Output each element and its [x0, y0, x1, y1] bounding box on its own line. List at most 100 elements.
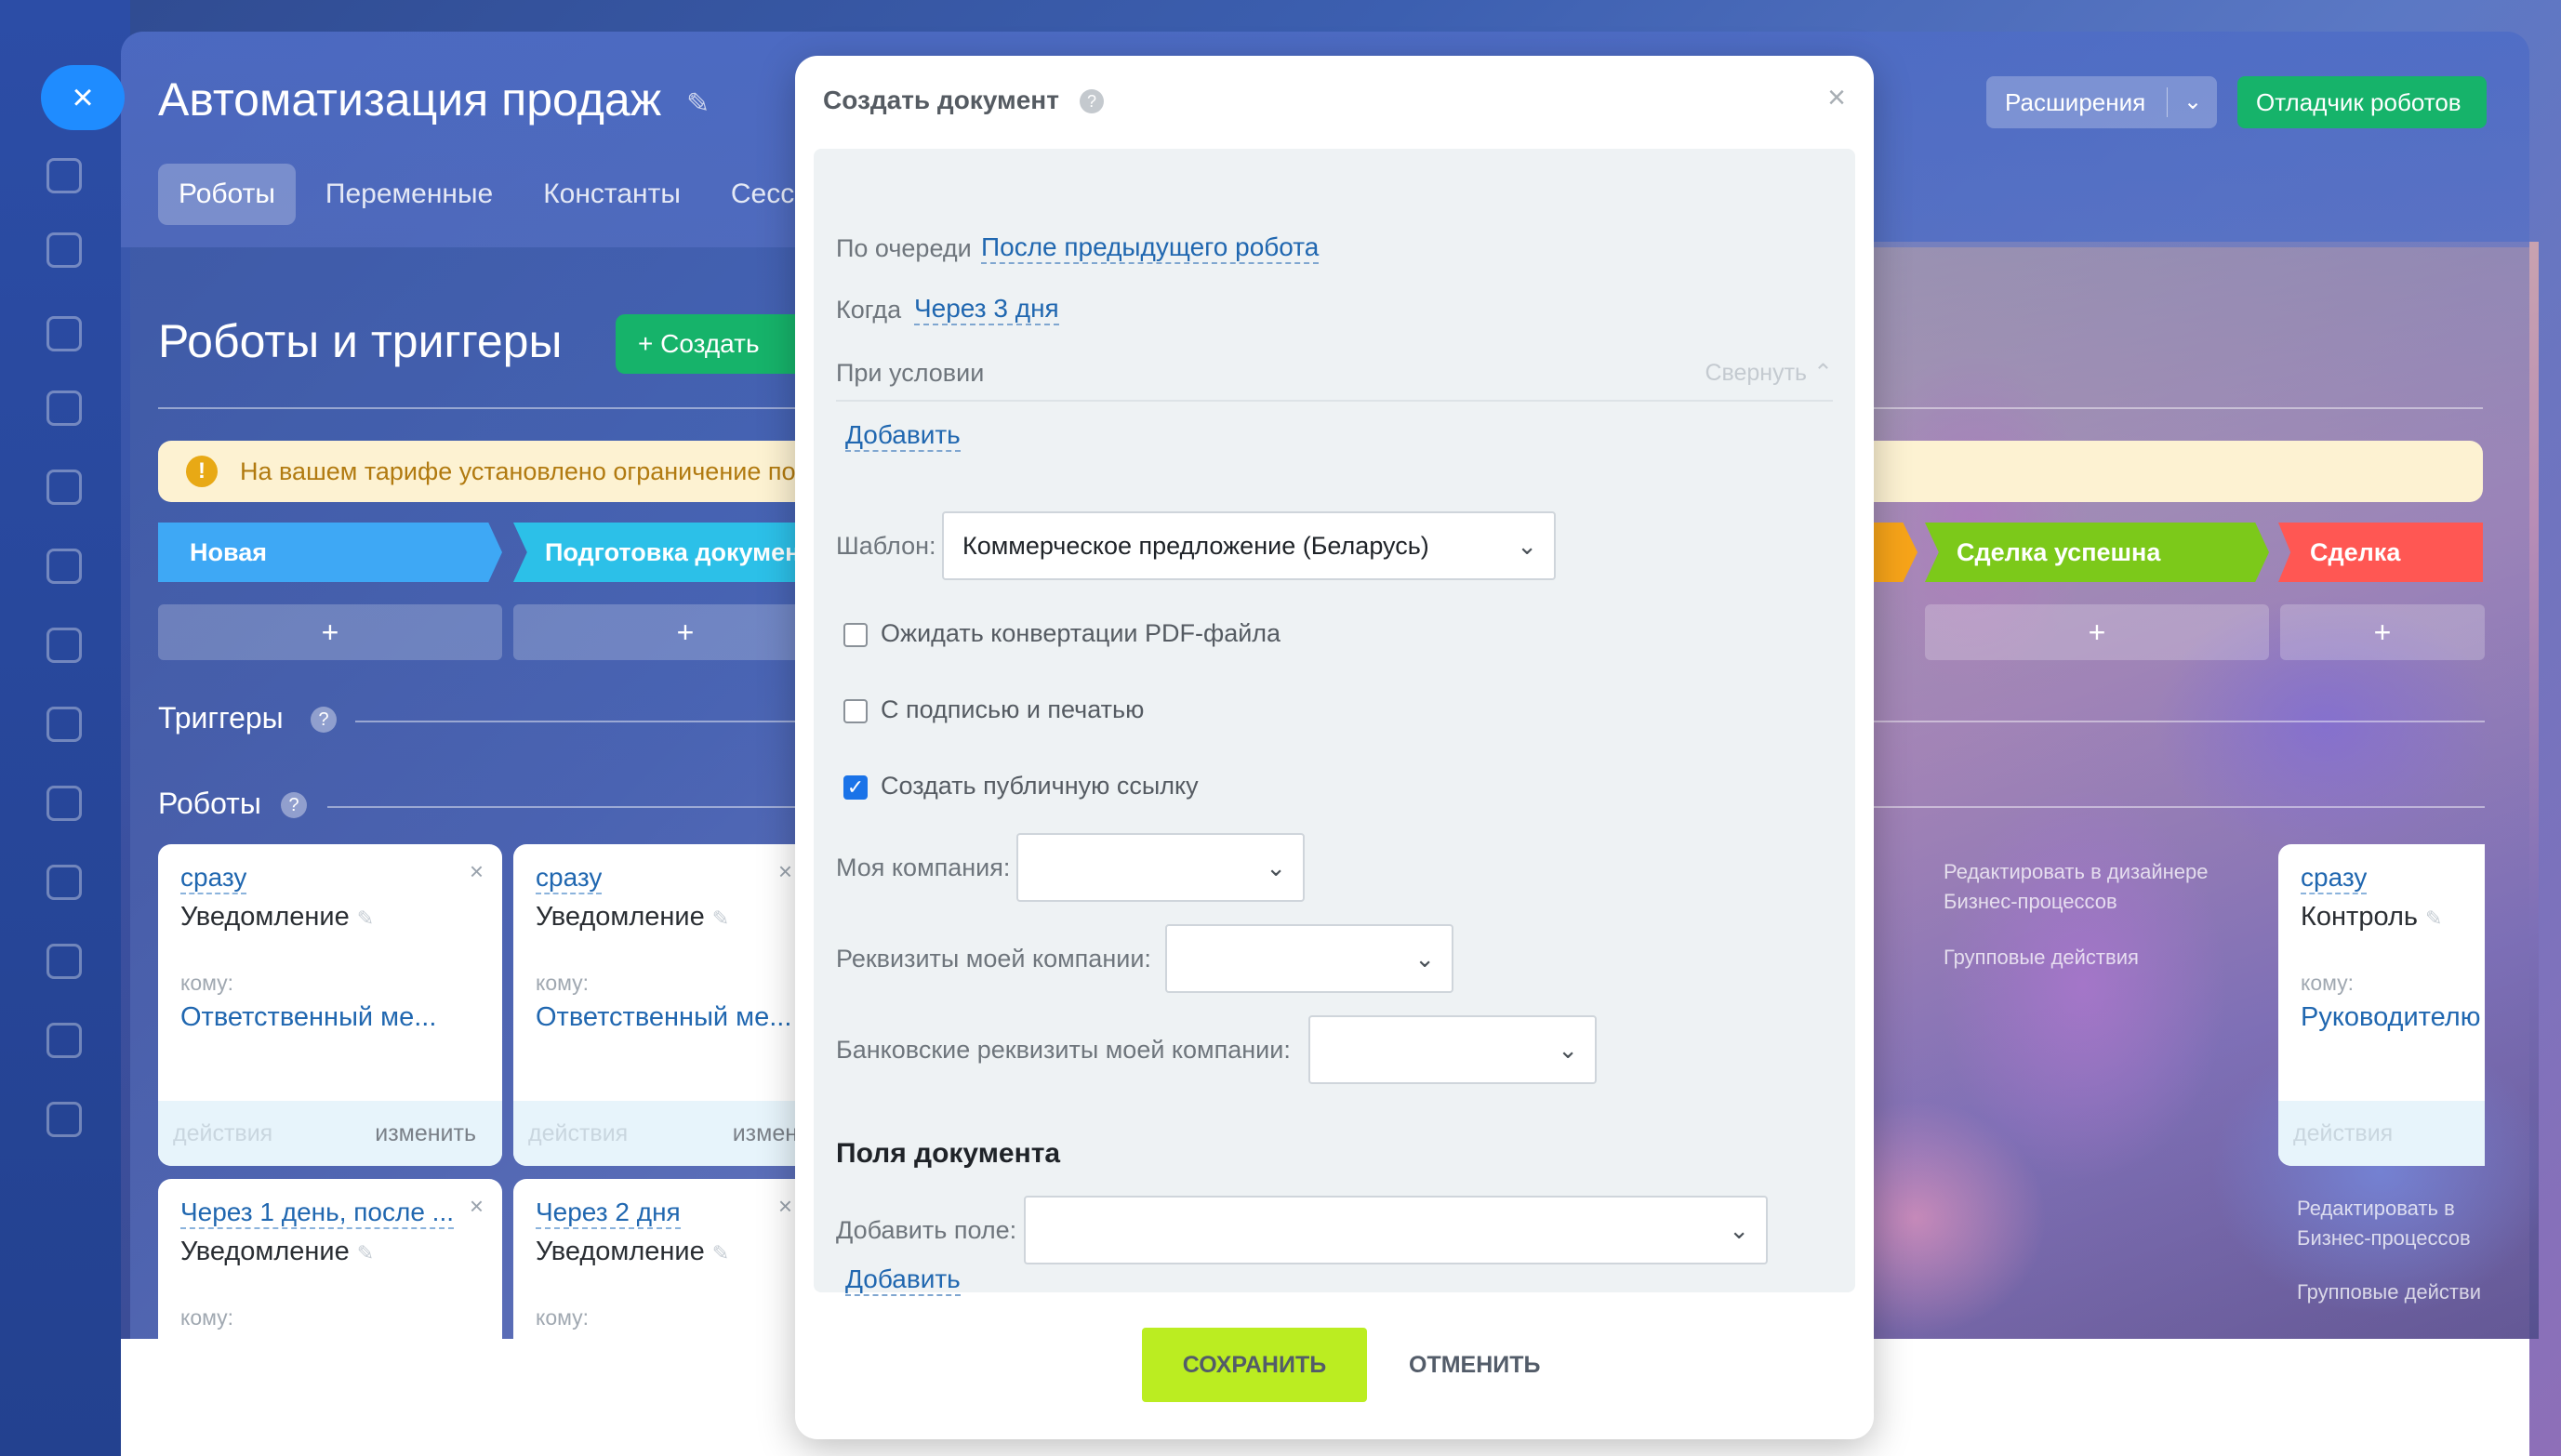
robot-card[interactable]: сразу × Уведомление ✎ кому: Ответственный… — [158, 844, 502, 1166]
chevron-down-icon[interactable]: ⌄ — [2183, 76, 2202, 128]
mail-icon[interactable] — [46, 786, 82, 821]
monitor-icon[interactable] — [46, 628, 82, 663]
help-icon[interactable]: ? — [281, 792, 307, 818]
app-sidebar — [0, 0, 130, 1456]
robot-name: Уведомление ✎ — [180, 902, 374, 933]
settings-icon[interactable] — [46, 390, 82, 426]
robot-actions-link[interactable]: действия — [173, 1101, 272, 1166]
close-icon[interactable]: × — [1827, 80, 1846, 116]
add-trigger-button[interactable]: + — [1925, 604, 2269, 660]
add-field-select[interactable]: ⌄ — [1024, 1196, 1768, 1264]
activity-icon[interactable] — [46, 158, 82, 193]
add-trigger-button[interactable]: + — [158, 604, 502, 660]
when-value-link[interactable]: Через 3 дня — [914, 294, 1059, 325]
order-label: По очереди — [836, 234, 972, 262]
recipient-link[interactable]: Руководителю — [2301, 1002, 2480, 1033]
robot-name: Уведомление ✎ — [536, 902, 729, 933]
robot-card[interactable]: сразу Контроль ✎ кому: Руководителю дейст… — [2278, 844, 2485, 1166]
pencil-icon[interactable]: ✎ — [712, 907, 729, 930]
warning-icon: ! — [186, 456, 218, 487]
add-field-label: Добавить поле: — [836, 1216, 1017, 1244]
recipient-link[interactable]: Ответственный ме... — [180, 1002, 436, 1033]
help-icon[interactable]: ? — [311, 707, 337, 733]
order-value-link[interactable]: После предыдущего робота — [981, 232, 1320, 264]
close-icon[interactable]: × — [778, 857, 792, 886]
condition-divider — [836, 400, 1833, 402]
collapse-label: Свернуть — [1705, 360, 1808, 386]
template-select[interactable]: Коммерческое предложение (Беларусь) ⌄ — [942, 511, 1556, 580]
robot-actions-link[interactable]: действия — [2293, 1101, 2393, 1166]
card-icon[interactable] — [46, 707, 82, 742]
close-icon[interactable]: × — [470, 857, 484, 886]
robot-delay-link[interactable]: сразу — [180, 863, 247, 894]
robot-delay-link[interactable]: Через 2 дня — [536, 1198, 681, 1229]
section-title: Роботы и триггеры — [158, 315, 563, 367]
chevron-down-icon: ⌄ — [1414, 945, 1435, 973]
robot-delay-link[interactable]: сразу — [2301, 863, 2368, 894]
edit-in-bp-designer-link[interactable]: Редактировать в Бизнес-процессов — [2297, 1194, 2483, 1253]
collapse-button[interactable]: Свернуть ⌃ — [1705, 359, 1833, 387]
task-icon[interactable] — [46, 944, 82, 979]
calendar-grid-icon[interactable] — [46, 1102, 82, 1137]
users-icon[interactable] — [46, 865, 82, 900]
sign-stamp-label[interactable]: С подписью и печатью — [881, 695, 1144, 724]
public-link-label[interactable]: Создать публичную ссылку — [881, 772, 1199, 801]
close-icon[interactable]: × — [778, 1192, 792, 1221]
group-actions-link[interactable]: Групповые действи — [2297, 1277, 2483, 1307]
calendar-icon[interactable] — [46, 470, 82, 505]
help-icon[interactable]: ? — [1080, 89, 1104, 113]
pencil-icon[interactable]: ✎ — [2425, 907, 2442, 930]
tab-variables[interactable]: Переменные — [305, 164, 513, 225]
tab-robots[interactable]: Роботы — [158, 164, 296, 225]
stage-deal-won[interactable]: Сделка успешна — [1925, 523, 2269, 582]
pencil-icon[interactable]: ✎ — [357, 1241, 374, 1264]
tab-constants[interactable]: Константы — [523, 164, 701, 225]
group-actions-link[interactable]: Групповые действия — [1944, 943, 2139, 973]
robot-name-text: Уведомление — [536, 902, 705, 932]
pin-icon[interactable]: ✎ — [686, 87, 710, 120]
recipient-label: кому: — [180, 971, 234, 995]
wait-pdf-label[interactable]: Ожидать конвертации PDF-файла — [881, 619, 1280, 648]
stage-deal-lost[interactable]: Сделка провал — [2278, 523, 2483, 582]
feed-icon[interactable] — [46, 316, 82, 351]
cancel-button[interactable]: ОТМЕНИТЬ — [1390, 1328, 1559, 1402]
recipient-label: кому: — [536, 1305, 590, 1330]
save-button[interactable]: СОХРАНИТЬ — [1142, 1328, 1367, 1402]
wait-pdf-checkbox[interactable] — [843, 623, 868, 647]
edit-in-bp-designer-link[interactable]: Редактировать в дизайнере Бизнес-процесс… — [1944, 857, 2260, 917]
robot-delay-link[interactable]: Через 1 день, после ... — [180, 1198, 455, 1229]
stage-in-progress[interactable] — [1869, 523, 1917, 582]
sign-stamp-checkbox[interactable] — [843, 699, 868, 723]
robot-edit-link[interactable]: изменить — [375, 1101, 476, 1166]
chevron-up-icon: ⌃ — [1813, 360, 1833, 386]
public-link-checkbox[interactable]: ✓ — [843, 775, 868, 800]
close-icon[interactable]: × — [470, 1192, 484, 1221]
robot-card-footer: действия изменить — [158, 1101, 502, 1166]
slider-tabs: Роботы Переменные Константы Сесс — [158, 164, 815, 225]
document-icon[interactable] — [46, 549, 82, 584]
my-company-label: Моя компания: — [836, 854, 1011, 881]
chevron-down-icon: ⌄ — [1729, 1216, 1749, 1244]
triggers-title: Триггеры — [158, 701, 284, 735]
add-field-link[interactable]: Добавить — [845, 1264, 961, 1296]
stage-new[interactable]: Новая — [158, 523, 502, 582]
robot-debugger-button[interactable]: Отладчик роботов — [2237, 76, 2487, 128]
my-company-select[interactable]: ⌄ — [1016, 833, 1305, 902]
create-document-dialog: Создать документ ? × По очереди После пр… — [795, 56, 1874, 1439]
robot-delay-link[interactable]: сразу — [536, 863, 603, 894]
extensions-button[interactable]: Расширения ⌄ — [1986, 76, 2217, 128]
bank-details-select[interactable]: ⌄ — [1308, 1015, 1597, 1084]
robot-name-text: Контроль — [2301, 902, 2418, 932]
filter-icon[interactable] — [46, 1023, 82, 1058]
robot-actions-link[interactable]: действия — [528, 1101, 628, 1166]
extensions-label: Расширения — [2005, 88, 2146, 116]
add-trigger-button[interactable]: + — [2280, 604, 2485, 660]
company-details-select[interactable]: ⌄ — [1165, 924, 1453, 993]
pencil-icon[interactable]: ✎ — [357, 907, 374, 930]
recipient-link[interactable]: Ответственный ме... — [536, 1002, 791, 1033]
pencil-icon[interactable]: ✎ — [712, 1241, 729, 1264]
messenger-icon[interactable] — [46, 232, 82, 268]
close-icon[interactable]: × — [41, 65, 125, 130]
robot-card[interactable]: сразу × Уведомление ✎ кому: Ответственный… — [513, 844, 811, 1166]
add-condition-link[interactable]: Добавить — [845, 420, 961, 452]
